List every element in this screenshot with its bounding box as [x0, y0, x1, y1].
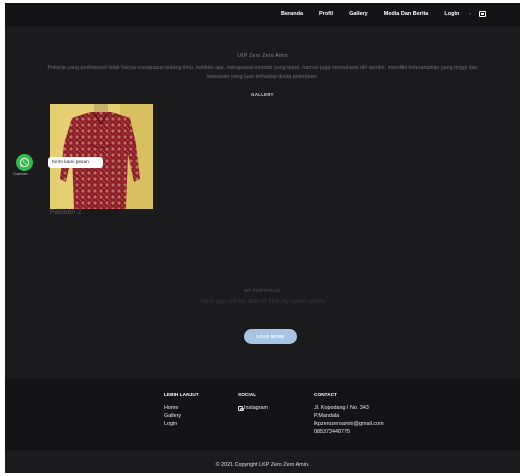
portfolio-heading: MY PORTFOLIO: [244, 288, 281, 293]
id-card-icon[interactable]: [479, 11, 486, 17]
footer-col-social: SOCIAL Instagram: [238, 393, 268, 412]
contact-phone: 085373448775: [314, 429, 350, 435]
whatsapp-button[interactable]: [16, 154, 33, 171]
nav-gallery[interactable]: Gallery: [349, 11, 368, 17]
footer-link-home[interactable]: Home: [164, 404, 199, 412]
hero-section: LKP Zero Zero Amin Pekerja yang profesio…: [5, 53, 520, 82]
gallery-heading: GALLERY: [251, 92, 274, 97]
main-nav: Beranda Profil Gallery Media Dan Berita …: [265, 11, 486, 17]
footer-col2-title: SOCIAL: [238, 393, 257, 398]
footer-link-login[interactable]: Login: [164, 420, 199, 428]
top-navbar: Beranda Profil Gallery Media Dan Berita …: [5, 3, 520, 27]
nav-media-dan-berita[interactable]: Media Dan Berita: [384, 11, 429, 17]
nav-profil[interactable]: Profil: [319, 11, 333, 17]
portfolio-subtitle: Here you will be able to find my latest …: [200, 298, 325, 305]
whatsapp-icon: [19, 157, 30, 168]
contact-address: Jl. Kopodang I No. 343: [314, 405, 369, 411]
nav-beranda[interactable]: Beranda: [281, 11, 303, 17]
whatsapp-message-bubble[interactable]: Kirim kami pesan: [48, 157, 103, 168]
gallery-photo-caption: Pakaian 2: [50, 209, 82, 216]
footer: LEBIH LANJUT Home Gallery Login SOCIAL I…: [5, 379, 520, 451]
copyright: © 2021 Copyright LKP Zero Zero Amin.: [215, 462, 310, 468]
instagram-icon: [238, 405, 244, 412]
page: Beranda Profil Gallery Media Dan Berita …: [5, 3, 520, 473]
contact-email[interactable]: lkpzerozeroamin@gmail.com: [314, 420, 384, 428]
footer-col3-title: CONTACT: [314, 393, 338, 398]
footer-link-gallery[interactable]: Gallery: [164, 412, 199, 420]
footer-col1-title: LEBIH LANJUT: [164, 393, 199, 398]
footer-instagram-label: Instagram: [244, 405, 268, 411]
footer-col-lebih-lanjut: LEBIH LANJUT Home Gallery Login: [164, 393, 199, 428]
nav-separator: -: [469, 11, 471, 17]
footer-link-instagram[interactable]: Instagram: [238, 404, 268, 412]
contact-area: P.Mandala: [314, 413, 340, 419]
nav-login[interactable]: Login: [444, 11, 459, 17]
footer-col-contact: CONTACT Jl. Kopodang I No. 343 P.Mandala…: [314, 393, 384, 436]
whatsapp-caption: Customer: [13, 172, 28, 176]
load-more-button[interactable]: LOAD MORE: [244, 329, 297, 344]
hero-description: Pekerja yang profesional tidak hanya men…: [47, 65, 478, 80]
brand-name: LKP Zero Zero Amin: [237, 53, 288, 59]
